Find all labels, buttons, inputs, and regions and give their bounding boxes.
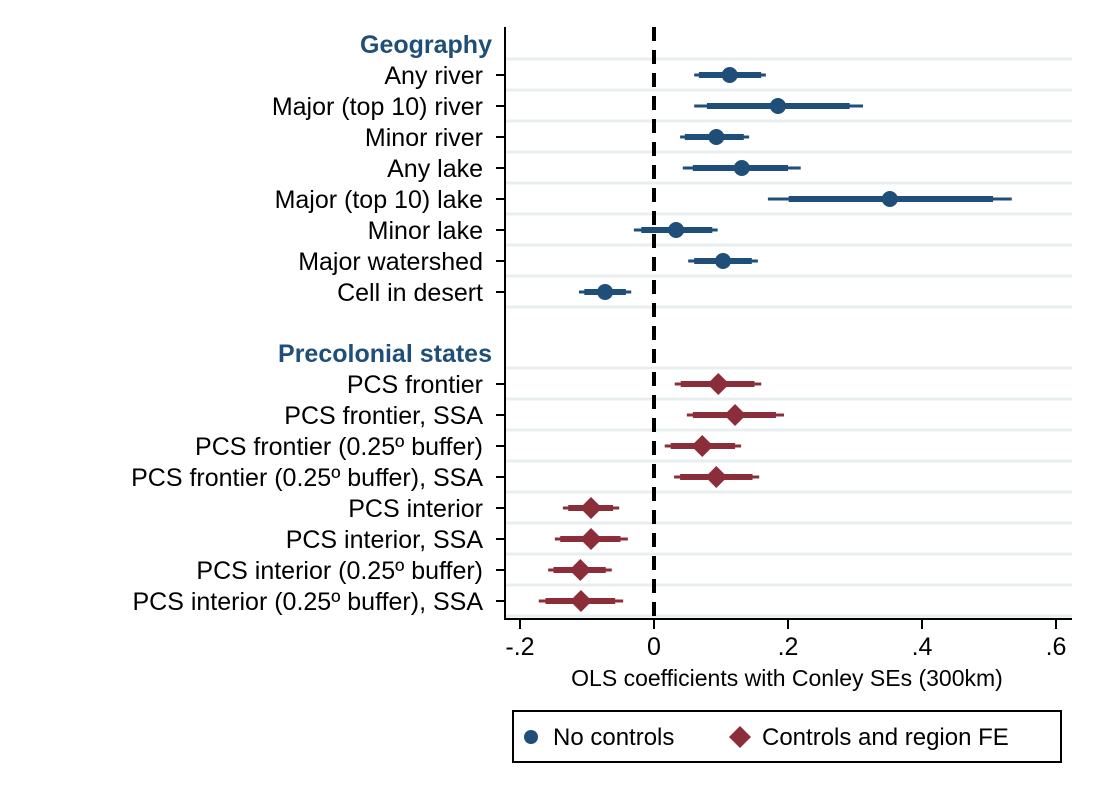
row-label: PCS frontier xyxy=(347,371,483,399)
point-estimate-diamond xyxy=(724,404,747,426)
row-label: Major (top 10) lake xyxy=(275,186,483,214)
x-tick-label: -.2 xyxy=(505,633,534,661)
row-label: PCS interior (0.25º buffer) xyxy=(196,557,483,585)
coefficient-plot: Geography Any river Major (top 10) river Mi… xyxy=(131,27,1072,763)
row-label: PCS interior xyxy=(348,495,483,523)
y-axis-labels: Geography Any river Major (top 10) river Mi… xyxy=(131,31,492,616)
x-axis-title: OLS coefficients with Conley SEs (300km) xyxy=(571,665,1003,691)
point-estimate-circle xyxy=(721,67,738,83)
point-estimate-diamond xyxy=(569,590,592,612)
point-estimate-circle xyxy=(769,98,786,114)
x-tick-label: .2 xyxy=(778,633,799,661)
legend-label-controls: Controls and region FE xyxy=(762,724,1009,751)
row-label: PCS frontier (0.25º buffer) xyxy=(195,433,483,461)
point-estimate-diamond xyxy=(580,497,603,519)
row-label: Cell in desert xyxy=(337,279,483,307)
legend: No controls Controls and region FE xyxy=(512,710,1062,763)
row-label: Minor river xyxy=(365,124,483,152)
point-estimate-diamond xyxy=(580,528,603,550)
row-label: Major watershed xyxy=(298,248,483,276)
point-estimate-diamond xyxy=(707,373,730,395)
point-estimate-diamond xyxy=(705,466,728,488)
legend-label-no-controls: No controls xyxy=(553,724,674,751)
x-tick-label: .6 xyxy=(1046,633,1067,661)
point-estimate-circle xyxy=(715,253,732,269)
point-estimate-circle xyxy=(708,129,725,145)
row-label: Minor lake xyxy=(368,217,483,245)
row-label: Any river xyxy=(384,62,483,90)
point-estimate-circle xyxy=(881,191,898,207)
point-estimate-diamond xyxy=(569,559,592,581)
point-estimate-circle xyxy=(597,284,614,300)
group-header: Geography xyxy=(360,31,492,59)
x-tick-label: 0 xyxy=(647,633,661,661)
row-label: PCS interior, SSA xyxy=(286,526,484,554)
x-tick-label: .4 xyxy=(912,633,933,661)
group-header: Precolonial states xyxy=(278,340,492,368)
row-label: Major (top 10) river xyxy=(272,93,483,121)
coefficient-marks xyxy=(538,67,1012,612)
row-label: PCS interior (0.25º buffer), SSA xyxy=(133,588,484,616)
legend-circle-icon xyxy=(524,730,538,744)
point-estimate-circle xyxy=(668,222,685,238)
point-estimate-diamond xyxy=(691,435,714,457)
y-axis xyxy=(496,27,506,620)
row-label: PCS frontier (0.25º buffer), SSA xyxy=(131,464,483,492)
x-axis: -.2 0 .2 .4 .6 xyxy=(504,618,1072,661)
row-label: PCS frontier, SSA xyxy=(284,402,483,430)
point-estimate-circle xyxy=(733,160,750,176)
row-label: Any lake xyxy=(387,155,483,183)
